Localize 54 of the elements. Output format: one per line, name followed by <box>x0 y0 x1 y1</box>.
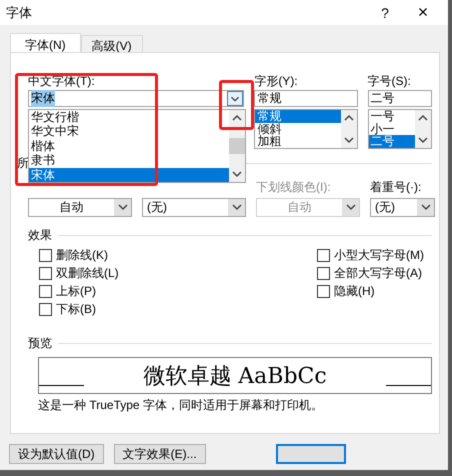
list-item[interactable]: 华文中宋 <box>29 124 229 139</box>
field-label: 下划线颜色(I): <box>256 178 332 196</box>
dialog-button[interactable]: 设为默认值(D) <box>9 444 104 464</box>
section-label: 所 <box>17 155 29 172</box>
scrollbar[interactable] <box>415 110 431 148</box>
field-label: 字号(S): <box>368 73 412 90</box>
section-label: 预览 <box>28 335 52 352</box>
input-field[interactable]: 二号 <box>368 90 432 107</box>
checkbox-label: 删除线(K) <box>56 247 108 264</box>
tab[interactable]: 高级(V) <box>80 35 143 52</box>
dropdown[interactable]: (无) <box>142 198 246 216</box>
list-item[interactable]: 小一 <box>368 122 415 135</box>
section-label: 效果 <box>28 227 52 244</box>
help-button[interactable]: ? <box>370 4 400 20</box>
list-item[interactable]: 宋体 <box>29 168 229 182</box>
field-label: 字形(Y): <box>254 73 299 90</box>
checkbox-label: 隐藏(H) <box>334 283 375 300</box>
checkbox[interactable] <box>39 303 52 316</box>
dropdown[interactable]: 自动 <box>28 198 132 216</box>
close-button[interactable]: × <box>408 2 438 23</box>
checkbox-label: 小型大写字母(M) <box>334 247 424 264</box>
list-item[interactable]: 加粗 <box>255 135 340 148</box>
dialog-button[interactable]: 文字效果(E)... <box>114 444 206 464</box>
field-label: 着重号(·): <box>370 178 422 196</box>
list-item[interactable]: 二号 <box>368 135 415 148</box>
list-item[interactable]: 一号 <box>368 110 415 122</box>
checkbox[interactable] <box>39 285 52 298</box>
dropdown[interactable]: (无) <box>370 198 435 216</box>
scrollbar[interactable] <box>340 110 356 148</box>
window-title: 字体 <box>6 4 33 22</box>
input-field[interactable]: 宋体 <box>28 90 244 107</box>
list-item[interactable]: 隶书 <box>29 153 229 168</box>
checkbox-label: 双删除线(L) <box>56 265 119 282</box>
font-note: 这是一种 TrueType 字体，同时适用于屏幕和打印机。 <box>38 396 324 414</box>
checkbox[interactable] <box>317 285 330 298</box>
checkbox[interactable] <box>39 267 52 280</box>
preview-sample: 微软卓越 AaBbCc <box>143 362 327 390</box>
checkbox[interactable] <box>317 267 330 280</box>
checkbox-label: 下标(B) <box>56 301 96 318</box>
checkbox-label: 全部大写字母(A) <box>334 265 422 282</box>
list-item[interactable]: 倾斜 <box>255 122 340 135</box>
highlight-frame <box>219 80 254 130</box>
list-item[interactable]: 华文行楷 <box>29 110 229 124</box>
default-button[interactable] <box>276 444 346 464</box>
list-item[interactable]: 楷体 <box>29 138 229 154</box>
list-item[interactable]: 常规 <box>255 110 340 122</box>
scrollbar[interactable] <box>229 110 245 182</box>
scroll-thumb[interactable] <box>229 138 245 154</box>
checkbox[interactable] <box>39 249 52 262</box>
input-field[interactable]: 常规 <box>254 90 358 107</box>
tab[interactable]: 字体(N) <box>10 33 81 52</box>
checkbox-label: 上标(P) <box>56 283 96 300</box>
checkbox[interactable] <box>317 249 330 262</box>
field-label: 中文字体(T): <box>28 73 96 90</box>
